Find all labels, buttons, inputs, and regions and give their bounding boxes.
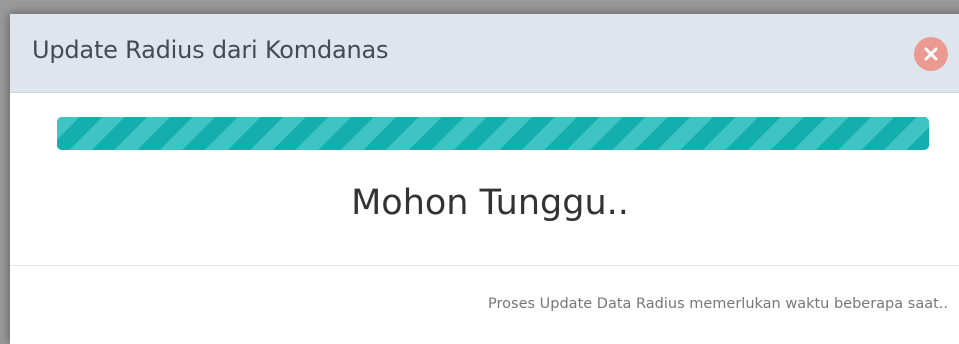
close-icon <box>924 47 938 61</box>
close-button[interactable] <box>914 37 948 71</box>
modal-footer: Proses Update Data Radius memerlukan wak… <box>10 265 959 344</box>
progress-track <box>57 117 929 150</box>
footer-note: Proses Update Data Radius memerlukan wak… <box>488 296 948 312</box>
modal-header: Update Radius dari Komdanas <box>10 14 959 93</box>
wait-message: Mohon Tunggu.. <box>351 183 629 223</box>
modal-body: Mohon Tunggu.. <box>10 93 959 265</box>
progress-bar <box>57 117 929 150</box>
update-radius-modal: Update Radius dari Komdanas Mohon Tunggu… <box>10 14 959 344</box>
modal-title: Update Radius dari Komdanas <box>32 36 389 64</box>
